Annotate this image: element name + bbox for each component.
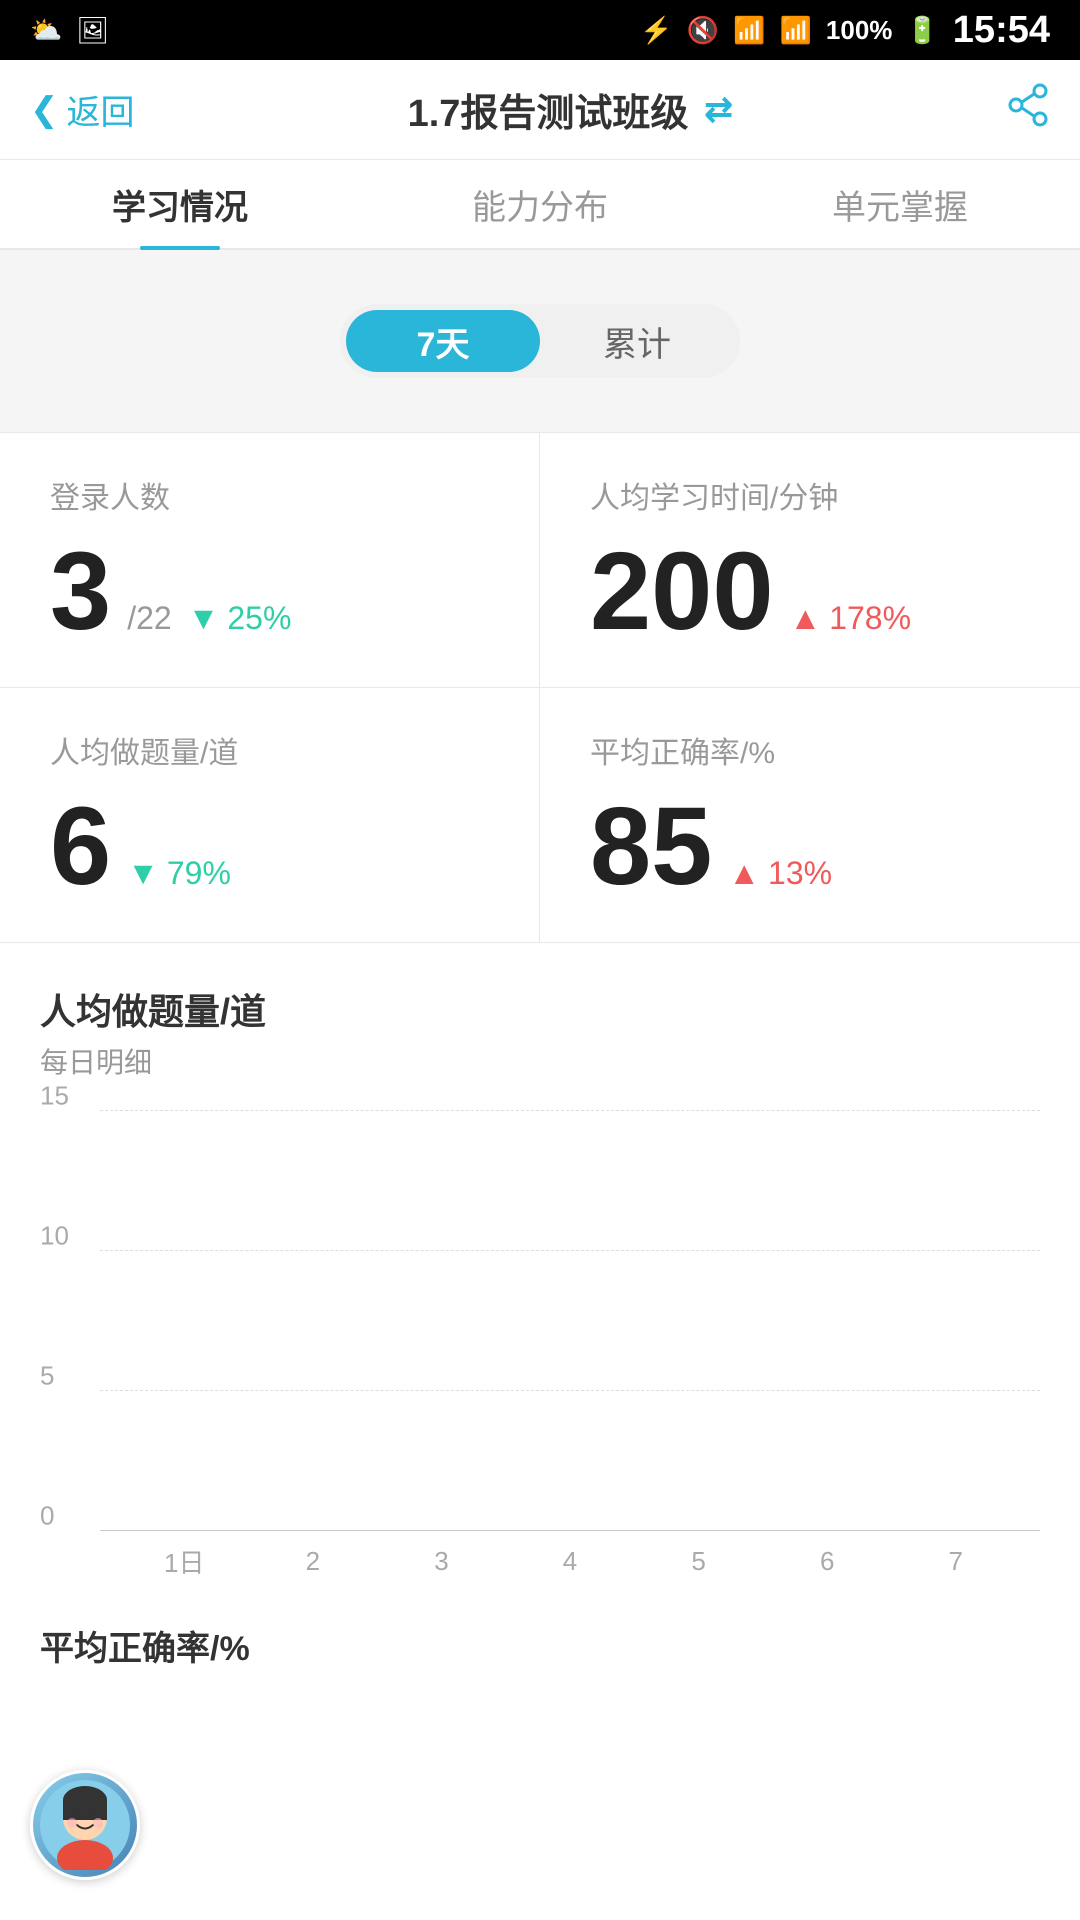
x-label-2: 2 (249, 1546, 378, 1577)
chevron-left-icon: ❮ (30, 90, 59, 130)
period-cumulative[interactable]: 累计 (540, 310, 734, 372)
stats-grid: 登录人数 3 /22 ▼ 25% 人均学习时间/分钟 200 ▲ 178% 人均… (0, 432, 1080, 943)
stat-study-time: 人均学习时间/分钟 200 ▲ 178% (540, 433, 1080, 688)
header: ❮ 返回 1.7报告测试班级 ⇄ (0, 60, 1080, 160)
x-axis: 1日 2 3 4 5 6 7 (100, 1531, 1040, 1591)
stat-study-time-value-row: 200 ▲ 178% (590, 537, 1030, 647)
status-left: ⛅ 🖼 (30, 15, 109, 46)
chart-subtitle: 每日明细 (40, 1041, 1040, 1081)
avatar (30, 1770, 140, 1880)
back-label: 返回 (67, 85, 135, 134)
signal-icon: 📶 (780, 15, 812, 46)
bottom-section-label: 平均正确率/% (0, 1591, 1080, 1680)
stat-login-change: ▼ 25% (188, 600, 292, 637)
grid-label-15: 15 (40, 1080, 69, 1111)
status-time: 15:54 (953, 9, 1050, 52)
stat-accuracy-change: ▲ 13% (728, 855, 832, 892)
chart-area: 15 10 5 0 (40, 1111, 1040, 1591)
weather-icon: ⛅ (30, 15, 62, 46)
stat-questions-value-row: 6 ▼ 79% (50, 792, 489, 902)
grid-label-0: 0 (40, 1500, 54, 1531)
chart-section: 人均做题量/道 每日明细 15 10 5 0 (0, 943, 1080, 1591)
mute-icon: 🔇 (687, 15, 719, 46)
grid-label-10: 10 (40, 1220, 69, 1251)
back-button[interactable]: ❮ 返回 (30, 85, 135, 134)
x-label-3: 3 (377, 1546, 506, 1577)
stat-login-count: 登录人数 3 /22 ▼ 25% (0, 433, 540, 688)
stat-questions-number: 6 (50, 792, 111, 902)
arrow-down-icon-2: ▼ (127, 855, 159, 892)
image-icon: 🖼 (76, 15, 109, 46)
title-text: 1.7报告测试班级 (408, 82, 689, 137)
tabs: 学习情况 能力分布 单元掌握 (0, 160, 1080, 250)
share-icon[interactable] (1006, 83, 1050, 137)
stat-study-time-label: 人均学习时间/分钟 (590, 473, 1030, 517)
status-bar: ⛅ 🖼 ⚡ 🔇 📶 📶 100% 🔋 15:54 (0, 0, 1080, 60)
stat-accuracy-value-row: 85 ▲ 13% (590, 792, 1030, 902)
stat-accuracy: 平均正确率/% 85 ▲ 13% (540, 688, 1080, 943)
x-label-6: 6 (763, 1546, 892, 1577)
arrow-up-icon-2: ▲ (728, 855, 760, 892)
period-7days[interactable]: 7天 (346, 310, 540, 372)
stat-questions-label: 人均做题量/道 (50, 728, 489, 772)
wifi-icon: 📶 (733, 15, 765, 46)
x-label-4: 4 (506, 1546, 635, 1577)
arrow-up-icon: ▲ (790, 600, 822, 637)
bars-container (100, 1111, 1040, 1531)
avatar-container (30, 1770, 140, 1880)
battery-label: 100% (826, 15, 893, 46)
x-label-5: 5 (634, 1546, 763, 1577)
stat-study-time-change: ▲ 178% (790, 600, 912, 637)
period-toggle: 7天 累计 (340, 304, 740, 378)
chart-title: 人均做题量/道 (40, 983, 1040, 1035)
tab-ability[interactable]: 能力分布 (360, 160, 720, 248)
tab-study[interactable]: 学习情况 (0, 160, 360, 248)
arrow-down-icon: ▼ (188, 600, 220, 637)
stat-login-value-row: 3 /22 ▼ 25% (50, 537, 489, 647)
stat-login-number: 3 (50, 537, 111, 647)
status-right: ⚡ 🔇 📶 📶 100% 🔋 15:54 (640, 9, 1050, 52)
page-title: 1.7报告测试班级 ⇄ (408, 82, 733, 137)
bluetooth-icon: ⚡ (640, 15, 672, 46)
stat-login-sub: /22 (127, 600, 171, 637)
tab-unit[interactable]: 单元掌握 (720, 160, 1080, 248)
battery-icon: 🔋 (906, 15, 938, 46)
stat-accuracy-number: 85 (590, 792, 712, 902)
grid-label-5: 5 (40, 1360, 54, 1391)
stat-accuracy-label: 平均正确率/% (590, 728, 1030, 772)
stat-study-time-number: 200 (590, 537, 774, 647)
x-label-7: 7 (891, 1546, 1020, 1577)
stat-questions-change: ▼ 79% (127, 855, 231, 892)
stat-questions: 人均做题量/道 6 ▼ 79% (0, 688, 540, 943)
stat-login-label: 登录人数 (50, 473, 489, 517)
x-label-1: 1日 (120, 1543, 249, 1580)
shuffle-icon[interactable]: ⇄ (704, 90, 733, 130)
